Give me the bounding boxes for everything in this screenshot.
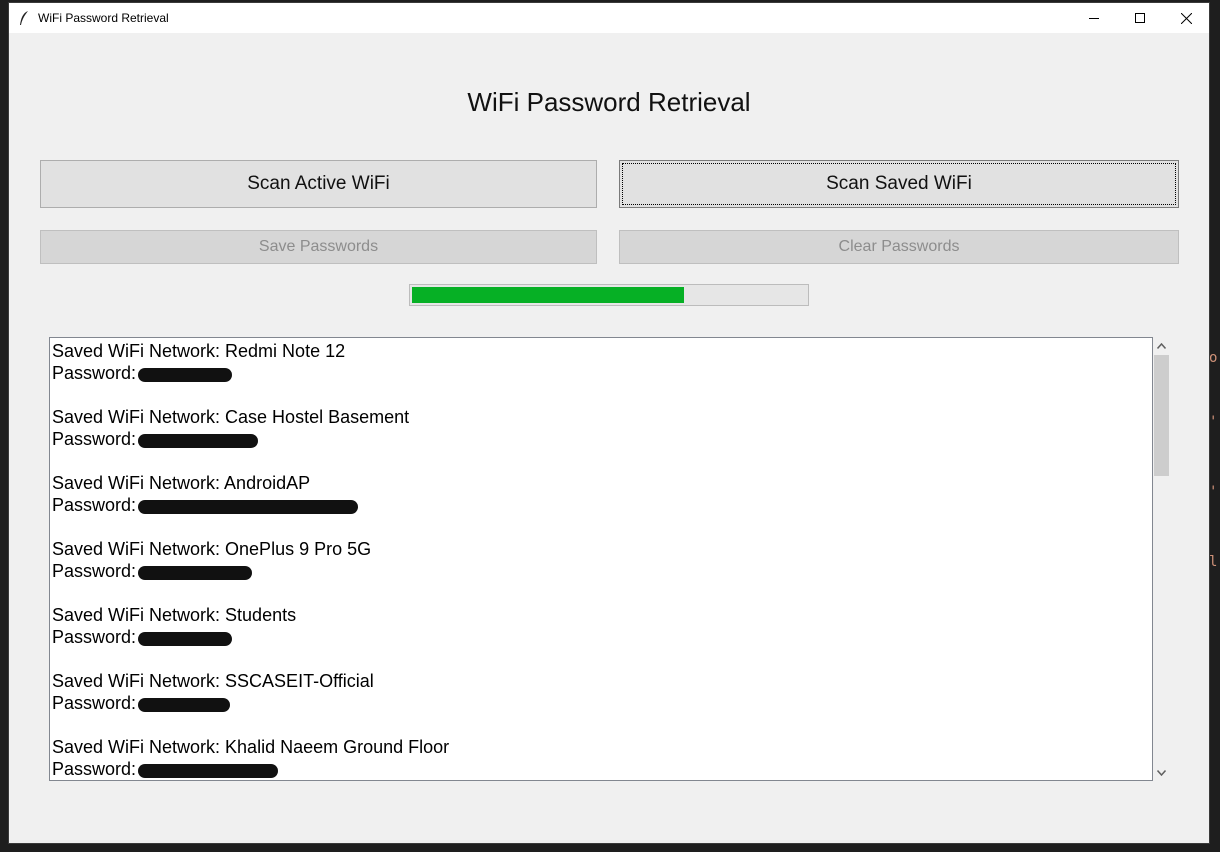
redacted-password-mark [138,368,233,382]
log-entry: Saved WiFi Network: AndroidAP Password: [52,472,1152,516]
page-title: WiFi Password Retrieval [467,87,751,117]
password-line: Password: [52,428,1152,450]
password-line: Password: [52,560,1152,582]
results-textbox[interactable]: Saved WiFi Network: Redmi Note 12 Passwor… [49,337,1153,781]
results-scrollbar[interactable] [1153,337,1170,781]
network-name-line: Saved WiFi Network: Students [52,605,297,625]
redacted-password-mark [138,632,233,646]
log-entry: Saved WiFi Network: OnePlus 9 Pro 5G Pass… [52,538,1152,582]
password-label: Password: [52,561,137,581]
window-title: WiFi Password Retrieval [38,11,169,25]
redacted-password-mark [138,764,279,778]
close-icon [1180,12,1192,24]
log-entry: Saved WiFi Network: Redmi Note 12 Passwor… [52,340,1152,384]
log-entry: Saved WiFi Network: Case Hostel Basement… [52,406,1152,450]
log-entry: Saved WiFi Network: Khalid Naeem Ground … [52,736,1152,780]
scrollbar-thumb[interactable] [1154,355,1169,476]
background-editor-fragment: l [1209,554,1218,570]
log-entry: Saved WiFi Network: Students Password: [52,604,1152,648]
network-name-line: Saved WiFi Network: SSCASEIT-Official [52,671,374,691]
progress-bar [409,284,809,306]
progress-fill [412,287,684,303]
password-label: Password: [52,759,137,779]
password-label: Password: [52,363,137,383]
clear-passwords-button[interactable]: Clear Passwords [619,230,1179,264]
redacted-password-mark [138,698,231,712]
network-name-line: Saved WiFi Network: Redmi Note 12 [52,341,346,361]
redacted-password-mark [138,434,259,448]
close-button[interactable] [1163,3,1209,33]
password-line: Password: [52,626,1152,648]
background-editor-fragment: ' [1209,414,1218,430]
maximize-button[interactable] [1117,3,1163,33]
title-bar[interactable]: WiFi Password Retrieval [9,3,1209,33]
redacted-password-mark [138,500,359,514]
scan-active-wifi-button[interactable]: Scan Active WiFi [40,160,597,208]
app-window: WiFi Password Retrieval WiFi Password Re… [9,3,1209,843]
background-editor-fragment: ' [1209,484,1218,500]
password-label: Password: [52,693,137,713]
password-label: Password: [52,627,137,647]
network-name-line: Saved WiFi Network: Case Hostel Basement [52,407,410,427]
minimize-button[interactable] [1071,3,1117,33]
feather-icon [20,11,28,25]
chevron-down-icon [1157,769,1166,776]
save-passwords-button[interactable]: Save Passwords [40,230,597,264]
chevron-up-icon [1157,342,1166,349]
background-editor-fragment: o [1209,350,1218,366]
maximize-icon [1135,13,1145,23]
password-label: Password: [52,495,137,515]
results-log: Saved WiFi Network: Redmi Note 12 Passwor… [52,340,1152,780]
network-name-line: Saved WiFi Network: OnePlus 9 Pro 5G [52,539,372,559]
minimize-icon [1089,18,1099,19]
password-line: Password: [52,692,1152,714]
redacted-password-mark [138,566,253,580]
password-label: Password: [52,429,137,449]
password-line: Password: [52,362,1152,384]
password-line: Password: [52,494,1152,516]
scan-saved-wifi-button[interactable]: Scan Saved WiFi [619,160,1179,208]
scroll-down-button[interactable] [1153,764,1170,781]
scroll-up-button[interactable] [1153,337,1170,354]
log-entry: Saved WiFi Network: SSCASEIT-Official Pas… [52,670,1152,714]
password-line: Password: [52,758,1152,780]
network-name-line: Saved WiFi Network: AndroidAP [52,473,311,493]
network-name-line: Saved WiFi Network: Khalid Naeem Ground … [52,737,450,757]
